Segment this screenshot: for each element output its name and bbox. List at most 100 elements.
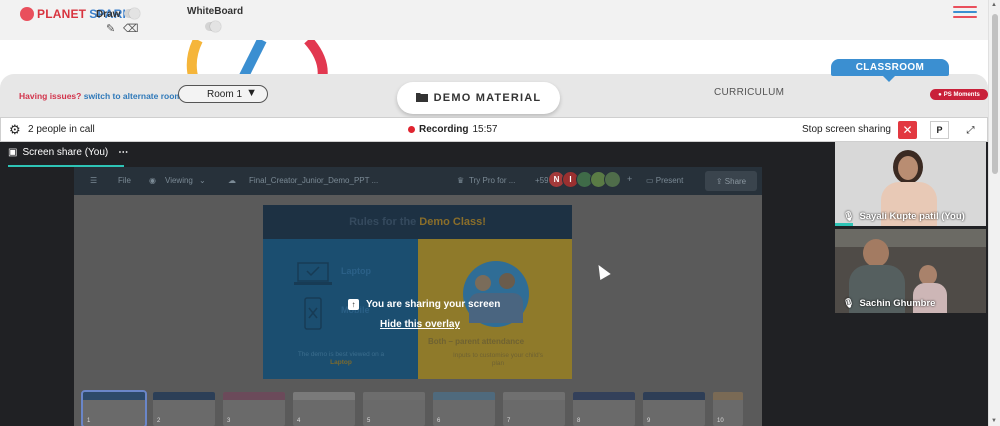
- classroom-label: CLASSROOM: [855, 62, 925, 73]
- slide-thumbnail[interactable]: 8: [573, 392, 635, 426]
- right-note: Inputs to customise your child's plan: [452, 352, 544, 368]
- crown-icon: ♛: [457, 176, 465, 185]
- shared-screen: ☰ File ◉ Viewing ⌄ ☁ Final_Creator_Junio…: [74, 167, 762, 426]
- viewing-menu[interactable]: Viewing: [165, 176, 193, 185]
- room-select[interactable]: Room 1 ▼: [178, 85, 268, 103]
- switch-room-link[interactable]: switch to alternate room: [84, 91, 182, 101]
- having-issues: Having issues? switch to alternate room: [19, 91, 182, 101]
- menu-icon[interactable]: [953, 6, 977, 20]
- ps-moments-label: PS Moments: [943, 91, 980, 98]
- ps-moments-button[interactable]: ● PS Moments: [930, 89, 988, 100]
- collaborator-avatars[interactable]: N I +: [548, 171, 632, 188]
- mobile-icon: [304, 297, 322, 330]
- thumbnail-number: 2: [157, 418, 161, 424]
- slide-thumbnail[interactable]: 2: [153, 392, 215, 426]
- thumbnail-number: 4: [297, 418, 301, 424]
- pencil-icon[interactable]: ✎: [106, 22, 115, 35]
- tab-demo-material[interactable]: DEMO MATERIAL: [397, 82, 560, 114]
- participant-face: [898, 156, 918, 180]
- try-pro-link[interactable]: Try Pro for ...: [469, 176, 515, 185]
- participant-name-text: Sayali Kupte patil (You): [859, 211, 965, 222]
- recording-indicator: Recording 15:57: [408, 124, 497, 135]
- slide-thumbnail[interactable]: 10: [713, 392, 743, 426]
- logo-text-a: PLANET: [37, 7, 87, 21]
- thumbnail-number: 7: [507, 418, 511, 424]
- fullscreen-icon[interactable]: ⤢: [961, 121, 980, 139]
- whiteboard-label: WhiteBoard: [187, 6, 244, 17]
- participant-tile[interactable]: 🎙 Sachin Ghumbre: [835, 229, 986, 313]
- slide-title-a: Rules for the: [349, 216, 417, 228]
- having-issues-label: Having issues?: [19, 91, 82, 101]
- slide-title: Rules for the Demo Class!: [263, 205, 572, 239]
- document-title[interactable]: Final_Creator_Junior_Demo_PPT ...: [249, 176, 378, 185]
- folder-icon: [415, 92, 428, 105]
- stop-sharing-button[interactable]: ✕: [898, 121, 917, 139]
- slide-thumbnail[interactable]: 1: [81, 390, 147, 426]
- close-icon: ✕: [902, 123, 913, 137]
- menu-line: [953, 16, 977, 18]
- scroll-down-icon[interactable]: ▼: [991, 418, 997, 424]
- thumbnail-number: 6: [437, 418, 441, 424]
- screen-share-label: Screen share (You): [22, 147, 109, 158]
- page-scrollbar[interactable]: ▲ ▼: [988, 0, 1000, 426]
- share-label: Share: [724, 176, 747, 186]
- hide-overlay-link[interactable]: Hide this overlay: [380, 319, 460, 330]
- whiteboard-toggle[interactable]: [205, 21, 221, 32]
- eraser-icon[interactable]: ⌫: [123, 22, 139, 35]
- logo-mascot-icon: [20, 7, 34, 21]
- draw-label: Draw: [96, 9, 121, 20]
- slide-thumbnails: 1 2 3 4 5 6 7 8 9 10: [81, 390, 743, 426]
- microphone-icon: 🎙: [843, 298, 855, 308]
- slide-thumbnail[interactable]: 6: [433, 392, 495, 426]
- scroll-up-icon[interactable]: ▲: [991, 2, 997, 8]
- monitor-icon: ▣: [8, 147, 18, 158]
- camera-icon: ●: [938, 91, 942, 98]
- slide-thumbnail[interactable]: 9: [643, 392, 705, 426]
- slide-thumbnail[interactable]: 3: [223, 392, 285, 426]
- tab-classroom[interactable]: CLASSROOM: [831, 59, 949, 82]
- hamburger-icon[interactable]: ☰: [90, 176, 97, 185]
- participant-name-text: Sachin Ghumbre: [859, 298, 936, 309]
- current-slide: Rules for the Demo Class! Laptop Mobile …: [263, 205, 572, 379]
- tab-curriculum[interactable]: CURRICULUM: [714, 87, 784, 98]
- menu-line: [953, 11, 977, 13]
- toggle-knob: [210, 21, 221, 32]
- background-wall: [835, 229, 986, 247]
- recording-dot-icon: [408, 126, 415, 133]
- p-button[interactable]: P: [930, 121, 949, 139]
- participant-name: 🎙 Sachin Ghumbre: [843, 298, 935, 309]
- caret-down-icon: ▼: [246, 87, 257, 99]
- slide-thumbnail[interactable]: 7: [503, 392, 565, 426]
- both-parent-label: Both – parent attendance: [428, 337, 525, 346]
- microphone-icon: 🎙: [843, 211, 855, 221]
- participant-tile[interactable]: 🎙 Sayali Kupte patil (You): [835, 142, 986, 226]
- call-bar: ⚙ 2 people in call Recording 15:57 Stop …: [0, 117, 988, 142]
- thumbnail-number: 9: [647, 418, 651, 424]
- thumbnail-number: 1: [87, 418, 91, 424]
- thumbnail-number: 5: [367, 418, 371, 424]
- slide-thumbnail[interactable]: 4: [293, 392, 355, 426]
- thumbnail-number: 8: [577, 418, 581, 424]
- scrollbar-thumb[interactable]: [992, 14, 998, 174]
- sharing-overlay-text: You are sharing your screen: [366, 299, 501, 310]
- present-button[interactable]: ▭ Present: [646, 176, 683, 185]
- avatar: [604, 171, 621, 188]
- laptop-label: Laptop: [341, 266, 371, 276]
- gear-icon[interactable]: ⚙: [9, 122, 21, 138]
- thumbnail-number: 3: [227, 418, 231, 424]
- screen-share-tab[interactable]: ▣ Screen share (You) ⋯: [8, 147, 129, 167]
- draw-toggle[interactable]: [124, 8, 140, 19]
- speaking-indicator: [835, 223, 853, 226]
- share-button[interactable]: ⇪ Share: [705, 171, 757, 191]
- more-options-icon[interactable]: ⋯: [118, 147, 129, 158]
- slide-thumbnail[interactable]: 5: [363, 392, 425, 426]
- presentation-toolbar: ☰ File ◉ Viewing ⌄ ☁ Final_Creator_Junio…: [74, 167, 762, 195]
- upload-icon: ↑: [348, 299, 359, 310]
- slide-title-b: Demo Class!: [419, 216, 486, 228]
- file-menu[interactable]: File: [118, 176, 131, 185]
- add-collaborator-icon[interactable]: +: [627, 171, 632, 188]
- recording-time: 15:57: [472, 124, 498, 135]
- participant-name: 🎙 Sayali Kupte patil (You): [843, 211, 965, 222]
- eye-icon: ◉: [149, 176, 156, 185]
- recording-label: Recording: [419, 124, 469, 135]
